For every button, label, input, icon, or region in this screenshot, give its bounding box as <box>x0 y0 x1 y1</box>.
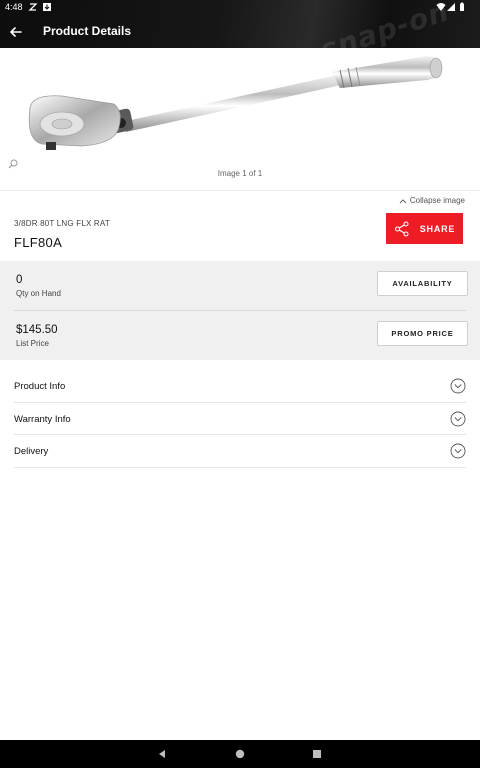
accordion-label: Warranty Info <box>14 413 71 425</box>
nav-recents-button[interactable] <box>310 747 324 761</box>
collapse-image-label: Collapse image <box>409 196 465 205</box>
product-image[interactable] <box>22 52 452 160</box>
chevron-down-icon <box>450 443 466 459</box>
qty-value: 0 <box>16 274 23 286</box>
share-icon <box>394 220 409 237</box>
accordion-label: Product Info <box>14 381 66 392</box>
arrow-left-icon <box>10 27 22 37</box>
list-price-label: List Price <box>16 339 49 348</box>
status-time: 4:48 <box>5 2 23 12</box>
circle-home-icon <box>235 749 245 759</box>
wifi-icon <box>436 3 446 11</box>
product-description: 3/8DR 80T LNG FLX RAT <box>14 219 110 228</box>
product-image-area: Image 1 of 1 <box>0 48 480 190</box>
system-nav-bar <box>0 740 480 768</box>
accordion-label: Delivery <box>14 446 49 457</box>
list-price-value: $145.50 <box>16 324 58 336</box>
triangle-back-icon <box>159 750 165 758</box>
price-row: $145.50 List Price PROMO PRICE <box>0 311 480 360</box>
availability-button[interactable]: AVAILABILITY <box>377 271 468 296</box>
chevron-up-icon <box>399 198 407 203</box>
accordion-product-info[interactable]: Product Info <box>14 370 466 403</box>
download-icon <box>43 3 51 11</box>
share-label: SHARE <box>419 223 456 234</box>
square-recents-icon <box>313 750 321 758</box>
app-header: snap-on 4:48 Product Details <box>0 0 480 48</box>
promo-price-button[interactable]: PROMO PRICE <box>377 321 468 346</box>
back-button[interactable] <box>6 22 26 42</box>
signal-icon <box>447 3 455 11</box>
nav-home-button[interactable] <box>233 747 247 761</box>
notification-icon <box>28 3 38 11</box>
accordion-delivery[interactable]: Delivery <box>14 435 466 468</box>
chevron-down-icon <box>450 411 466 426</box>
divider <box>0 190 480 191</box>
status-bar: 4:48 <box>0 0 480 14</box>
share-button[interactable]: SHARE <box>386 213 463 244</box>
nav-back-button[interactable] <box>155 747 169 761</box>
page-title: Product Details <box>43 24 132 38</box>
zoom-icon[interactable] <box>8 159 18 169</box>
product-code: FLF80A <box>14 235 63 250</box>
image-counter: Image 1 of 1 <box>217 169 263 178</box>
battery-icon <box>460 2 464 11</box>
stock-price-panel: 0 Qty on Hand AVAILABILITY $145.50 List … <box>0 261 480 360</box>
chevron-down-icon <box>450 378 466 394</box>
qty-label: Qty on Hand <box>16 289 61 298</box>
collapse-image-link[interactable]: Collapse image <box>399 196 465 205</box>
details-accordion: Product Info Warranty Info Delivery <box>14 370 466 468</box>
qty-row: 0 Qty on Hand AVAILABILITY <box>0 261 480 310</box>
accordion-warranty-info[interactable]: Warranty Info <box>14 403 466 435</box>
